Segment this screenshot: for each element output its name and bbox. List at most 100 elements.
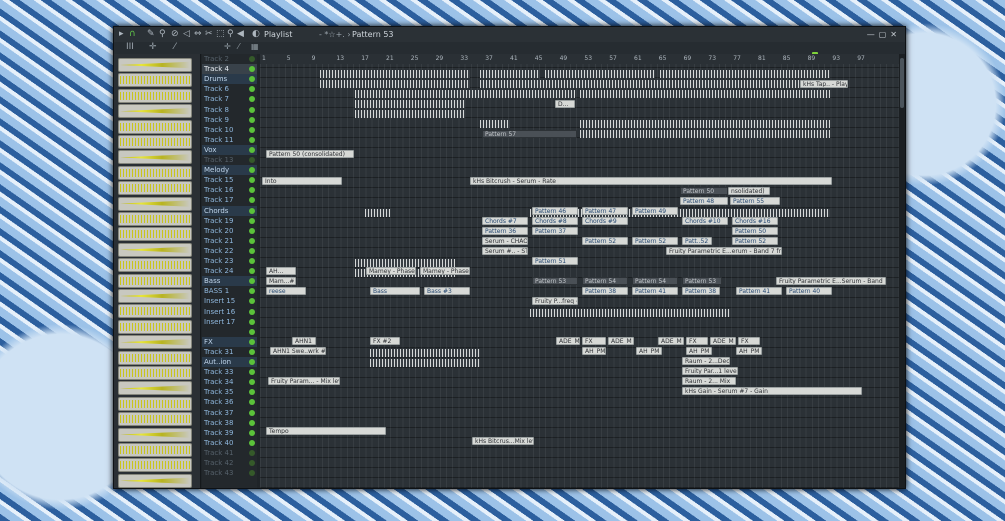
track-header[interactable]: Track 41 <box>202 448 257 458</box>
track-header[interactable]: Chords <box>202 205 257 216</box>
clip[interactable]: AH_PM <box>686 347 712 355</box>
clip[interactable]: Pattern 49 <box>632 207 678 215</box>
mute-led-icon[interactable] <box>249 318 255 325</box>
picker-clip[interactable] <box>118 212 192 226</box>
clip[interactable]: Pattern 48 <box>680 197 728 205</box>
track-header[interactable]: Track 40 <box>202 438 257 448</box>
pattern-selector[interactable]: Pattern 53 <box>352 27 394 42</box>
clip[interactable]: Fruity Parametric E...Serum - Band 7 fre… <box>776 277 886 285</box>
zoom-icon[interactable]: ⚲ <box>227 27 234 42</box>
track-header[interactable] <box>202 327 257 337</box>
mute-led-icon[interactable] <box>249 399 255 406</box>
mute-led-icon[interactable] <box>249 177 255 184</box>
picker-clip[interactable] <box>118 227 192 242</box>
clip[interactable]: ADE_M <box>608 337 634 345</box>
clip[interactable]: Chords #8 <box>532 217 578 225</box>
mute-led-icon[interactable] <box>249 76 255 83</box>
track-header[interactable]: Track 17 <box>202 195 257 205</box>
playback-icon[interactable]: ◀ <box>237 27 244 42</box>
mute-led-icon[interactable] <box>249 197 255 204</box>
mute-led-icon[interactable] <box>249 298 255 305</box>
picker-clip[interactable] <box>118 396 192 411</box>
pattern-block[interactable] <box>660 70 830 78</box>
mute-led-icon[interactable] <box>249 460 255 466</box>
vertical-scrollbar[interactable] <box>899 54 905 488</box>
picker-clip[interactable] <box>118 258 192 273</box>
clip[interactable]: Bass <box>370 287 420 295</box>
picker-clip[interactable] <box>118 458 192 473</box>
mute-led-icon[interactable] <box>249 96 255 103</box>
track-header[interactable]: Track 16 <box>202 185 257 195</box>
pattern-block[interactable] <box>355 90 575 98</box>
clip[interactable]: Chords #10 <box>682 217 728 225</box>
clip[interactable]: Fruity Param... - Mix level <box>268 377 340 385</box>
mute-led-icon[interactable] <box>249 449 255 456</box>
clip[interactable]: Tempo <box>266 427 386 435</box>
clip[interactable]: kHs Bitcrus...Mix level <box>472 437 534 445</box>
picker-clip[interactable] <box>118 273 192 288</box>
pattern-block[interactable] <box>480 120 510 128</box>
arrow-icon[interactable]: ◐ <box>252 27 260 42</box>
track-header[interactable]: Track 9 <box>202 115 257 125</box>
picker-clip[interactable] <box>118 135 192 149</box>
track-header[interactable]: Track 35 <box>202 387 257 397</box>
track-header[interactable]: BASS 1 <box>202 286 257 296</box>
mute-led-icon[interactable] <box>249 217 255 224</box>
track-header[interactable]: Track 34 <box>202 377 257 387</box>
picker-clip[interactable] <box>118 119 192 134</box>
mute-led-icon[interactable] <box>249 187 255 194</box>
window-controls[interactable]: —▢✕ <box>867 27 901 42</box>
track-header[interactable]: Track 31 <box>202 347 257 357</box>
picker-clip[interactable] <box>118 381 192 396</box>
clip[interactable]: Pattern 41 <box>632 287 678 295</box>
mute-icon[interactable]: ◁ <box>183 27 190 42</box>
mute-led-icon[interactable] <box>249 409 255 416</box>
clip[interactable]: AHN1 <box>292 337 316 345</box>
pattern-block[interactable] <box>365 209 390 217</box>
pattern-block[interactable] <box>355 110 465 118</box>
clip[interactable]: Pattern 54 <box>632 277 678 285</box>
mute-led-icon[interactable] <box>249 419 255 426</box>
pattern-block[interactable] <box>580 120 830 128</box>
clip[interactable]: Pattern 38 <box>582 287 628 295</box>
clip[interactable]: AH_PM <box>582 347 606 355</box>
picker-clip[interactable] <box>118 289 192 303</box>
clip[interactable]: Pattern 50 (consolidated) <box>266 150 354 158</box>
pattern-block[interactable] <box>480 70 540 78</box>
clip[interactable]: ADE_M <box>658 337 684 345</box>
mute-led-icon[interactable] <box>249 429 255 436</box>
clip[interactable]: Raum - 2...Decay <box>682 357 730 365</box>
pattern-block[interactable] <box>480 80 830 88</box>
select-icon[interactable]: ⬚ <box>216 27 225 42</box>
pattern-block[interactable] <box>580 90 830 98</box>
picker-clip[interactable] <box>118 104 192 119</box>
clip[interactable]: Chords #16 <box>732 217 778 225</box>
mute-led-icon[interactable] <box>249 237 255 244</box>
picker-move-icon[interactable]: ✛ <box>149 42 157 52</box>
track-header[interactable]: Track 37 <box>202 408 257 418</box>
track-header[interactable]: Track 23 <box>202 256 257 266</box>
clip[interactable]: kHs Bitcrush - Serum - Rate <box>470 177 832 185</box>
track-header[interactable]: Track 22 <box>202 246 257 256</box>
clip[interactable]: reese <box>266 287 306 295</box>
track-header[interactable]: Aut..ion <box>202 357 257 367</box>
track-header[interactable]: Track 36 <box>202 397 257 407</box>
clip[interactable]: Pattern 50 <box>732 227 778 235</box>
track-header[interactable]: Track 8 <box>202 105 257 115</box>
track-header[interactable]: Track 15 <box>202 175 257 185</box>
mute-led-icon[interactable] <box>249 379 255 386</box>
clip[interactable]: ADE_M <box>710 337 736 345</box>
slice-icon[interactable]: ✂ <box>205 27 213 42</box>
picker-clip[interactable] <box>118 412 192 427</box>
mute-led-icon[interactable] <box>249 389 255 396</box>
clip[interactable]: Chords #9 <box>582 217 628 225</box>
clip[interactable]: Bass #3 <box>424 287 470 295</box>
clip[interactable]: Pattern 50 <box>680 187 728 195</box>
track-header[interactable]: Track 33 <box>202 367 257 377</box>
pattern-block[interactable] <box>530 309 730 317</box>
pattern-icon[interactable]: ▦ <box>251 42 259 51</box>
track-header[interactable]: Track 2 <box>202 54 257 64</box>
pencil-icon[interactable]: ✎ <box>147 27 155 42</box>
track-header[interactable]: Vox <box>202 144 257 155</box>
clip[interactable]: Patt..52 <box>682 237 712 245</box>
